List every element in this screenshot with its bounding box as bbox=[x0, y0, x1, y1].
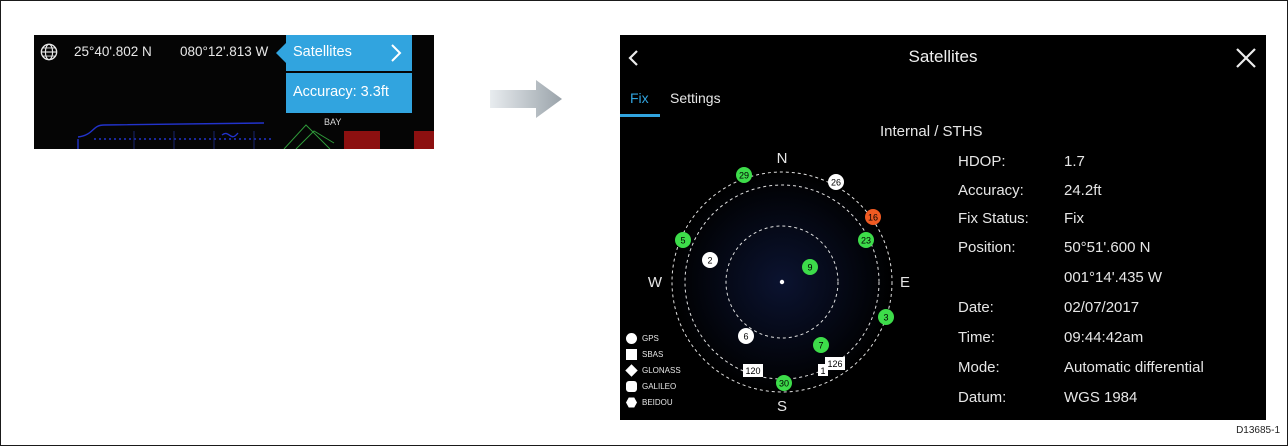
latitude-readout: 25°40'.802 N bbox=[74, 44, 152, 59]
receiver-center-dot bbox=[779, 279, 785, 285]
svg-text:26: 26 bbox=[831, 178, 841, 188]
longitude-readout: 080°12'.813 W bbox=[180, 44, 269, 59]
satellite-23: 23 bbox=[858, 232, 874, 248]
satellite-2: 2 bbox=[702, 252, 718, 268]
galileo-rounded-square-icon bbox=[626, 381, 637, 392]
svg-text:9: 9 bbox=[807, 263, 812, 273]
satellite-29: 29 bbox=[736, 167, 752, 183]
sbas-square-icon bbox=[626, 349, 637, 360]
popup-pointer bbox=[276, 43, 286, 63]
satellites-screen: Satellites Fix Settings Internal / STHS … bbox=[620, 35, 1266, 420]
active-tab-indicator bbox=[620, 114, 660, 117]
svg-text:30: 30 bbox=[779, 379, 789, 389]
satellites-popup-button[interactable]: Satellites bbox=[276, 35, 412, 71]
compass-west: W bbox=[648, 274, 663, 291]
svg-text:29: 29 bbox=[739, 171, 749, 181]
chevron-right-icon bbox=[391, 44, 402, 62]
chart-snippet: BAY 25°40'.802 N 080°12'.813 W Satellite… bbox=[34, 35, 434, 149]
satellite-3: 3 bbox=[878, 309, 894, 325]
svg-text:BAY: BAY bbox=[324, 117, 341, 127]
satellite-16: 16 bbox=[865, 209, 881, 225]
satellites-popup-label: Satellites bbox=[293, 44, 352, 60]
svg-text:23: 23 bbox=[861, 236, 871, 246]
svg-text:120: 120 bbox=[745, 366, 760, 376]
svg-text:2: 2 bbox=[707, 256, 712, 266]
close-icon[interactable] bbox=[1232, 44, 1260, 72]
compass-east: E bbox=[900, 274, 910, 291]
svg-text:6: 6 bbox=[743, 332, 748, 342]
svg-text:3: 3 bbox=[883, 313, 888, 323]
accuracy-popup-label: Accuracy: 3.3ft bbox=[293, 84, 389, 100]
satellite-30: 30 bbox=[776, 375, 792, 391]
svg-text:1: 1 bbox=[820, 366, 825, 376]
satellite-1: 1 bbox=[818, 364, 828, 376]
page-title: Satellites bbox=[908, 47, 978, 66]
accuracy-popup: Accuracy: 3.3ft bbox=[286, 73, 412, 113]
satellite-5: 5 bbox=[675, 232, 691, 248]
svg-text:16: 16 bbox=[868, 213, 878, 223]
figure-code: D13685-1 bbox=[1236, 425, 1280, 436]
satellite-120: 120 bbox=[743, 364, 763, 377]
tab-fix[interactable]: Fix bbox=[630, 90, 649, 106]
globe-icon[interactable] bbox=[40, 43, 58, 61]
transition-arrow-icon bbox=[490, 80, 562, 118]
svg-text:126: 126 bbox=[827, 359, 842, 369]
satellite-9: 9 bbox=[802, 259, 818, 275]
compass-north: N bbox=[777, 150, 788, 167]
gps-circle-icon bbox=[626, 333, 637, 344]
satellite-6: 6 bbox=[738, 328, 754, 344]
satellite-7: 7 bbox=[813, 337, 829, 353]
satellite-26: 26 bbox=[828, 174, 844, 190]
sky-plot: N E S W 29 26 16 23 5 2 9 3 6 7 120 126 … bbox=[648, 150, 910, 415]
svg-text:5: 5 bbox=[680, 236, 685, 246]
compass-south: S bbox=[777, 398, 787, 415]
svg-text:7: 7 bbox=[818, 341, 823, 351]
tab-settings[interactable]: Settings bbox=[670, 90, 721, 106]
